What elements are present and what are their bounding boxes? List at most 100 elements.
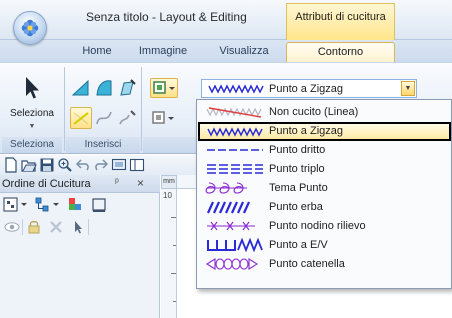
list-item-label: Non cucito (Linea) <box>269 106 359 118</box>
arrow-cursor-icon <box>26 77 39 99</box>
list-item-label: Punto a Zigzag <box>269 125 343 137</box>
list-item-label: Tema Punto <box>269 182 328 194</box>
frame-button[interactable] <box>90 196 110 214</box>
chevron-down-icon[interactable]: ▼ <box>401 81 415 96</box>
list-item-label: Punto a E/V <box>269 239 328 251</box>
close-icon[interactable]: × <box>137 176 144 190</box>
list-item-label: Punto erba <box>269 201 323 213</box>
ruler-unit: mm <box>161 175 177 189</box>
list-item-zigzag[interactable]: Punto a Zigzag <box>198 122 451 141</box>
color-sort-icon <box>69 198 81 210</box>
list-item-grass[interactable]: Punto erba <box>199 198 449 217</box>
brush-shape-icon <box>120 79 136 96</box>
window-layout-icon[interactable] <box>129 157 145 173</box>
shape-triangle-button[interactable] <box>70 77 92 99</box>
chain-stitch-icon <box>205 258 259 270</box>
group-label-insert: Inserisci <box>66 137 140 153</box>
pane-header: Ordine di Cucitura ᵖ × <box>0 175 160 193</box>
tab-home[interactable]: Home <box>72 42 122 62</box>
stitch-type-combobox[interactable]: Punto a Zigzag ▼ <box>201 79 417 98</box>
curve-shape-icon <box>96 80 112 96</box>
undo-icon[interactable] <box>75 157 91 173</box>
freehand-line-icon <box>119 110 136 125</box>
ruler-tick <box>173 245 176 246</box>
list-item-french-knot[interactable]: Punto nodino rilievo <box>199 217 449 236</box>
contextual-tab-group-label: Attributi di cucitura <box>295 11 386 23</box>
ruler-tick-label: 10 <box>163 191 172 200</box>
group-label-empty <box>143 137 197 153</box>
redo-icon[interactable] <box>93 157 109 173</box>
view-mode-button[interactable] <box>2 196 30 214</box>
stitch-type-dropdown-list: Non cucito (Linea) Punto a Zigzag Punto … <box>196 99 452 289</box>
stitch-type-value: Punto a Zigzag <box>269 83 343 95</box>
select-button-label: Seleziona <box>10 108 54 119</box>
visibility-button[interactable] <box>3 218 21 236</box>
delete-button[interactable] <box>47 218 65 236</box>
motif-stitch-icon <box>205 182 247 194</box>
lock-button[interactable] <box>25 218 43 236</box>
group-separator <box>141 67 142 151</box>
candlewicking-grass-icon <box>206 201 251 214</box>
line-straight-button[interactable] <box>70 107 92 129</box>
pointer-button[interactable] <box>69 218 87 236</box>
pointer-icon <box>75 221 82 234</box>
color-sort-button[interactable] <box>66 196 86 214</box>
display-settings-icon[interactable] <box>111 157 127 173</box>
straight-line-icon <box>73 112 89 125</box>
line-color-button[interactable] <box>150 78 178 98</box>
triple-stitch-icon <box>207 164 263 174</box>
list-item-label: Punto triplo <box>269 163 325 175</box>
shape-brush-button[interactable] <box>116 77 138 99</box>
ruler-tick <box>171 273 176 274</box>
group-label-select: Seleziona <box>2 137 62 153</box>
view-mode-icon <box>3 197 27 212</box>
tab-visualizza[interactable]: Visualizza <box>207 42 281 62</box>
zigzag-stitch-icon <box>208 84 264 94</box>
list-item-running[interactable]: Punto dritto <box>199 141 449 160</box>
application-menu-button[interactable] <box>13 11 47 45</box>
shape-curve-button[interactable] <box>93 77 115 99</box>
tab-immagine[interactable]: Immagine <box>128 42 198 62</box>
select-button[interactable]: Seleziona ▼ <box>4 67 60 135</box>
open-folder-icon[interactable] <box>21 157 37 173</box>
line-sew-type-button[interactable] <box>150 109 178 129</box>
divider <box>22 219 23 235</box>
list-item-non-sewn[interactable]: Non cucito (Linea) <box>199 103 449 122</box>
list-item-motif[interactable]: Tema Punto <box>199 179 449 198</box>
line-brush-button[interactable] <box>116 107 138 129</box>
list-item-chain[interactable]: Punto catenella <box>199 255 449 274</box>
order-tree-icon <box>35 197 59 212</box>
non-sewn-line-icon <box>206 107 262 118</box>
ev-stitch-icon <box>207 238 263 252</box>
order-tree-button[interactable] <box>34 196 62 214</box>
vertical-ruler: 10 <box>161 189 177 318</box>
line-color-icon <box>153 81 175 94</box>
list-item-label: Punto catenella <box>269 258 345 270</box>
zoom-icon[interactable] <box>57 157 73 173</box>
ruler-tick <box>173 301 176 302</box>
stitch-order-pane: Ordine di Cucitura ᵖ × <box>0 175 160 318</box>
eye-icon <box>4 222 20 232</box>
list-item-label: Punto nodino rilievo <box>269 220 366 232</box>
ribbon-tab-bar: Home Immagine Visualizza Contorno <box>0 40 452 62</box>
new-file-icon[interactable] <box>3 157 19 173</box>
zigzag-stitch-icon <box>207 127 263 137</box>
tab-contorno[interactable]: Contorno <box>286 42 395 62</box>
curve-line-icon <box>96 111 112 125</box>
list-item-ev[interactable]: Punto a E/V <box>199 236 449 255</box>
flower-logo-icon <box>21 19 39 37</box>
contextual-tab-group-title: Attributi di cucitura <box>286 3 395 40</box>
line-sew-type-icon <box>152 111 174 124</box>
delete-x-icon <box>50 221 62 233</box>
group-separator <box>64 67 65 151</box>
pin-icon[interactable]: ᵖ <box>115 177 119 188</box>
save-icon[interactable] <box>39 157 55 173</box>
line-curve-button[interactable] <box>93 107 115 129</box>
triangle-shape-icon <box>71 79 89 96</box>
list-item-label: Punto dritto <box>269 144 326 156</box>
pane-title: Ordine di Cucitura <box>2 178 91 190</box>
list-item-triple[interactable]: Punto triplo <box>199 160 449 179</box>
window-title: Senza titolo - Layout & Editing <box>86 10 247 24</box>
title-bar: Senza titolo - Layout & Editing Attribut… <box>0 0 452 45</box>
frame-icon <box>92 198 106 212</box>
